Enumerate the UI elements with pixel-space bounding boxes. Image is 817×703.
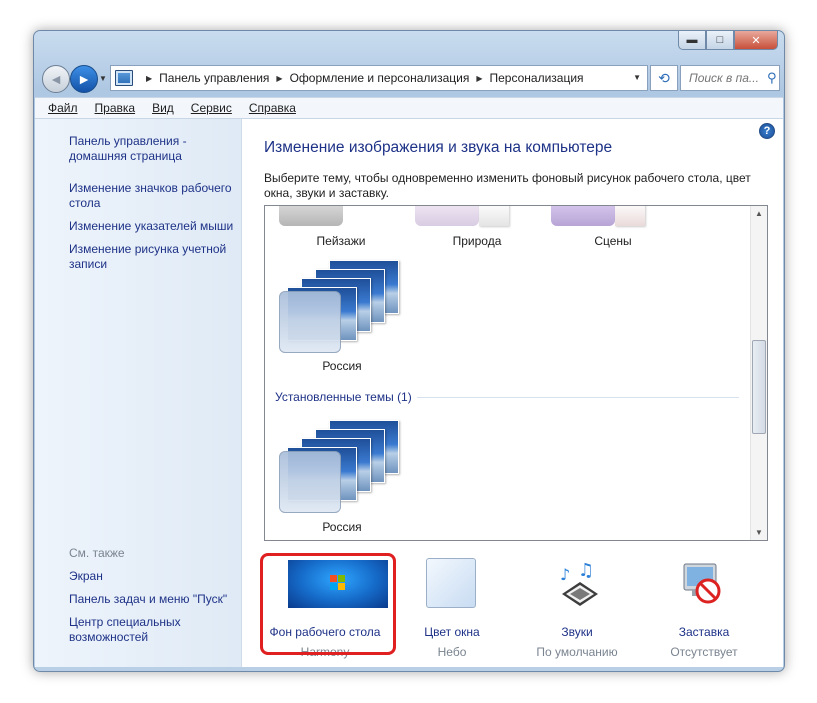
breadcrumb-appearance[interactable]: Оформление и персонализация: [290, 71, 470, 85]
sidebar-link-taskbar[interactable]: Панель задач и меню "Пуск": [69, 592, 239, 607]
highlight-frame: [260, 553, 396, 655]
theme-nature-label[interactable]: Природа: [422, 234, 532, 248]
address-dropdown-icon[interactable]: ▼: [633, 73, 641, 82]
theme-list-scrollbar[interactable]: ▲ ▼: [750, 206, 767, 540]
recent-pages-dropdown-icon[interactable]: ▼: [99, 74, 107, 83]
window-color-swatch[interactable]: [426, 558, 476, 608]
breadcrumb-arrow-icon[interactable]: ▶: [146, 74, 152, 83]
menu-file[interactable]: Файл: [48, 101, 78, 115]
sounds-icon[interactable]: ♪ ♫: [556, 560, 604, 608]
menu-help[interactable]: Справка: [249, 101, 296, 115]
page-title: Изменение изображения и звука на компьют…: [264, 139, 613, 156]
svg-text:♪: ♪: [560, 565, 570, 584]
breadcrumb-arrow-icon[interactable]: ▶: [476, 74, 482, 83]
theme-scenes-thumbnail[interactable]: [551, 206, 615, 226]
window-color-label[interactable]: Цвет окна: [382, 625, 522, 639]
group-divider: [417, 397, 739, 398]
address-bar[interactable]: ▶ Панель управления ▶ Оформление и персо…: [110, 65, 648, 91]
theme-russia-label[interactable]: Россия: [287, 359, 397, 373]
menu-edit[interactable]: Правка: [95, 101, 136, 115]
installed-themes-header: Установленные темы (1): [275, 390, 412, 404]
window-controls: ▬ □ ✕: [678, 31, 778, 50]
scrollbar-thumb[interactable]: [752, 340, 766, 434]
theme-scenes-card: [615, 206, 645, 226]
sidebar: Панель управления - домашняя страница Из…: [35, 119, 242, 667]
scroll-up-icon[interactable]: ▲: [755, 209, 763, 218]
content-area: Панель управления - домашняя страница Из…: [35, 119, 783, 667]
sidebar-link-desktop-icons[interactable]: Изменение значков рабочего стола: [69, 181, 239, 211]
breadcrumb-control-panel[interactable]: Панель управления: [159, 71, 269, 85]
search-icon[interactable]: ⚲: [767, 70, 777, 86]
sounds-value: По умолчанию: [536, 645, 618, 659]
theme-nature-card: [479, 206, 509, 226]
page-description: Выберите тему, чтобы одновременно измени…: [264, 171, 751, 200]
screensaver-value: Отсутствует: [670, 645, 738, 659]
theme-nature-thumbnail[interactable]: [415, 206, 479, 226]
maximize-button[interactable]: □: [706, 31, 734, 50]
menu-view[interactable]: Вид: [152, 101, 174, 115]
sidebar-link-mouse-pointers[interactable]: Изменение указателей мыши: [69, 219, 239, 234]
minimize-button[interactable]: ▬: [678, 31, 706, 50]
theme-scenes-label[interactable]: Сцены: [558, 234, 668, 248]
menu-bar: Файл Правка Вид Сервис Справка: [35, 97, 783, 119]
sounds-label[interactable]: Звуки: [507, 625, 647, 639]
scroll-down-icon[interactable]: ▼: [755, 528, 763, 537]
menu-tools[interactable]: Сервис: [191, 101, 232, 115]
personalization-window: ▬ □ ✕ ◄ ► ▼ ▶ Панель управления ▶ Оформл…: [33, 30, 785, 672]
window-color-value: Небо: [437, 645, 467, 659]
search-box[interactable]: ⚲: [680, 65, 780, 91]
back-button[interactable]: ◄: [42, 65, 70, 93]
forward-button[interactable]: ►: [70, 65, 98, 93]
sidebar-link-display[interactable]: Экран: [69, 569, 239, 584]
breadcrumb-personalization[interactable]: Персонализация: [489, 71, 583, 85]
breadcrumb-arrow-icon[interactable]: ▶: [276, 74, 282, 83]
theme-russia-installed-label[interactable]: Россия: [287, 520, 397, 534]
breadcrumb: ▶ Панель управления ▶ Оформление и персо…: [139, 71, 584, 85]
navigation-bar: ◄ ► ▼ ▶ Панель управления ▶ Оформление и…: [40, 63, 780, 93]
sidebar-link-accessibility[interactable]: Центр специальных возможностей: [69, 615, 239, 645]
theme-landscapes-thumbnail[interactable]: [279, 206, 343, 226]
search-input[interactable]: [687, 70, 767, 86]
see-also-caption: См. также: [69, 546, 125, 560]
sidebar-link-account-picture[interactable]: Изменение рисунка учетной записи: [69, 242, 239, 272]
screensaver-label[interactable]: Заставка: [634, 625, 774, 639]
close-button[interactable]: ✕: [734, 31, 778, 50]
help-icon[interactable]: ?: [759, 123, 775, 139]
theme-list[interactable]: Пейзажи Природа Сцены Россия Установленн…: [264, 205, 768, 541]
control-panel-icon: [115, 70, 133, 86]
theme-landscapes-label[interactable]: Пейзажи: [286, 234, 396, 248]
screensaver-icon[interactable]: [678, 560, 726, 608]
sidebar-link-home[interactable]: Панель управления - домашняя страница: [69, 134, 239, 164]
refresh-button[interactable]: ⟲: [650, 65, 678, 91]
svg-text:♫: ♫: [578, 560, 594, 581]
